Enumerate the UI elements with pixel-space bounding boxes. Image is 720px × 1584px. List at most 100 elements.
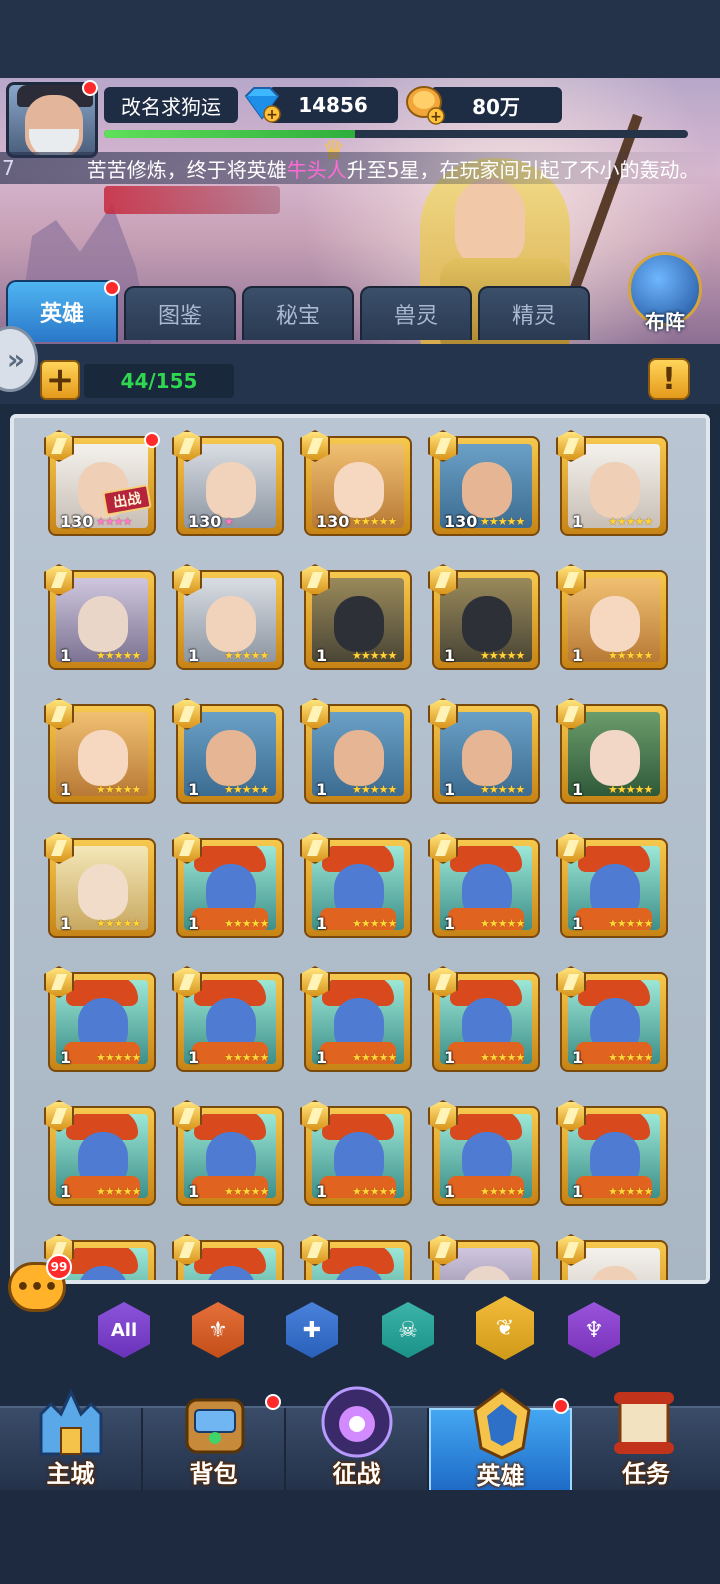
- hero-card[interactable]: 1 ★★★★★: [44, 564, 156, 670]
- hero-face: [590, 462, 640, 518]
- hero-stars: ★★★★★: [608, 1051, 653, 1064]
- hero-face: [78, 998, 128, 1054]
- hero-face: [590, 1266, 640, 1280]
- status-area: [0, 0, 720, 78]
- hero-stars: ★★★★★: [352, 783, 397, 796]
- hero-stars: ★★★★★: [608, 515, 653, 528]
- nav-main-city-label: 主城: [46, 1460, 95, 1488]
- hero-card[interactable]: 1 ★★★★★: [300, 698, 412, 804]
- info-button[interactable]: !: [648, 358, 690, 400]
- nav-backpack[interactable]: 背包: [143, 1394, 286, 1492]
- hero-stars: ★★★★★: [608, 783, 653, 796]
- hero-card[interactable]: 1 ★★★★★: [300, 1100, 412, 1206]
- hero-face: [590, 1132, 640, 1188]
- hero-card[interactable]: 1 ★★★★★: [428, 1100, 540, 1206]
- hero-card[interactable]: 1 ★★★★★: [428, 698, 540, 804]
- hero-card[interactable]: 1 ★★★★★: [428, 564, 540, 670]
- hero-face: [78, 730, 128, 786]
- hero-card[interactable]: 1 ★★★★★: [556, 966, 668, 1072]
- hero-card[interactable]: [172, 1234, 284, 1280]
- hero-stars: ★★★★★: [608, 1185, 653, 1198]
- hero-card[interactable]: 1 ★★★★★: [44, 698, 156, 804]
- hero-card[interactable]: 1 ★★★★★: [172, 1100, 284, 1206]
- hero-face: [462, 1132, 512, 1188]
- broadcast-marquee: 7 苦苦修炼，终于将英雄 牛头人 升至5星，在玩家间引起了不小的轰动。: [0, 152, 720, 184]
- hero-card[interactable]: [556, 1234, 668, 1280]
- expand-slots-button[interactable]: +: [40, 360, 80, 400]
- hero-card[interactable]: 1 ★★★★★: [44, 966, 156, 1072]
- hero-level: 1: [316, 780, 328, 799]
- hero-stars: ★★★★★: [480, 1051, 525, 1064]
- system-bar: [0, 1490, 720, 1584]
- tab-sprite[interactable]: 精灵: [478, 286, 590, 340]
- hero-level: 1: [60, 914, 72, 933]
- filter-mage-button[interactable]: ✚: [286, 1302, 338, 1358]
- marquee-text-a: 苦苦修炼，终于将英雄: [86, 157, 287, 182]
- hero-face: [590, 998, 640, 1054]
- hero-card[interactable]: 1 ★★★★★: [428, 832, 540, 938]
- hero-card[interactable]: 1 ★★★★★: [44, 1100, 156, 1206]
- hero-card[interactable]: 1 ★★★★★: [556, 564, 668, 670]
- hero-face: [462, 730, 512, 786]
- hero-level: 1: [316, 1182, 328, 1201]
- hero-card[interactable]: 130 ★: [172, 430, 284, 536]
- hero-level: 1: [572, 512, 584, 531]
- hero-card[interactable]: 130 ★★★★★: [428, 430, 540, 536]
- heroine-face: [455, 178, 525, 268]
- tab-beast-spirit[interactable]: 兽灵: [360, 286, 472, 340]
- nav-tasks[interactable]: 任务: [572, 1392, 720, 1492]
- tab-codex[interactable]: 图鉴: [124, 286, 236, 340]
- hero-card[interactable]: 1 ★★★★★: [556, 698, 668, 804]
- nav-campaign[interactable]: 征战: [286, 1386, 429, 1492]
- hero-card[interactable]: [300, 1234, 412, 1280]
- hero-card[interactable]: 1 ★★★★★: [300, 966, 412, 1072]
- filter-tank-button[interactable]: ♆: [568, 1302, 620, 1358]
- hero-card[interactable]: 1 ★★★★★: [44, 832, 156, 938]
- hero-level: 1: [188, 1182, 200, 1201]
- hero-card[interactable]: 1 ★★★★★: [428, 966, 540, 1072]
- bottom-navigation: 主城 背包 征战 英雄 任务: [0, 1386, 720, 1492]
- hero-face: [78, 864, 128, 920]
- player-name[interactable]: 改名求狗运: [104, 87, 238, 123]
- filter-warrior-button[interactable]: ⚜: [192, 1302, 244, 1358]
- filter-all-button[interactable]: All: [98, 1302, 150, 1358]
- hero-stars: ★★★★★: [224, 649, 269, 662]
- tab-treasure[interactable]: 秘宝: [242, 286, 354, 340]
- hero-face: [462, 998, 512, 1054]
- nav-main-city[interactable]: 主城: [0, 1388, 143, 1492]
- hero-level: 1: [316, 914, 328, 933]
- hero-face: [206, 730, 256, 786]
- hero-card[interactable]: 1 ★★★★★: [556, 1100, 668, 1206]
- gold-count: 80万: [430, 87, 562, 123]
- hero-card[interactable]: [428, 1234, 540, 1280]
- nav-campaign-label: 征战: [332, 1460, 381, 1488]
- hero-card[interactable]: 130 ★★★★ 出战: [44, 430, 160, 536]
- hero-stars: ★★★★★: [608, 917, 653, 930]
- hero-stars: ★★★★★: [480, 1185, 525, 1198]
- hero-card[interactable]: 1 ★★★★★: [172, 966, 284, 1072]
- deploy-button[interactable]: 布阵: [626, 252, 704, 336]
- hero-face: [206, 1132, 256, 1188]
- filter-all-label: All: [110, 1319, 138, 1341]
- hero-card[interactable]: 130 ★★★★★: [300, 430, 412, 536]
- hero-face: [206, 462, 256, 518]
- backpack-icon: [185, 1398, 245, 1454]
- hero-card[interactable]: 1 ★★★★★: [300, 832, 412, 938]
- hero-card[interactable]: 1 ★★★★★: [556, 832, 668, 938]
- hero-stars: ★★★★★: [224, 917, 269, 930]
- hero-face: [334, 596, 384, 652]
- hero-stars: ★★★★★: [96, 917, 141, 930]
- hero-level: 130: [316, 512, 350, 531]
- hero-card[interactable]: 1 ★★★★★: [172, 564, 284, 670]
- nav-heroes[interactable]: 英雄: [429, 1388, 572, 1492]
- hero-stars: ★★★★★: [352, 917, 397, 930]
- hero-card[interactable]: 1 ★★★★★: [300, 564, 412, 670]
- hero-card[interactable]: 1 ★★★★★: [556, 430, 668, 536]
- hero-card[interactable]: 1 ★★★★★: [172, 698, 284, 804]
- hero-level: 1: [444, 1182, 456, 1201]
- filter-assassin-button[interactable]: ☠: [382, 1302, 434, 1358]
- filter-support-button[interactable]: ❦: [476, 1296, 534, 1360]
- hero-card[interactable]: 1 ★★★★★: [172, 832, 284, 938]
- diamond-plus-icon[interactable]: +: [240, 84, 284, 124]
- gold-plus-icon[interactable]: +: [404, 84, 448, 126]
